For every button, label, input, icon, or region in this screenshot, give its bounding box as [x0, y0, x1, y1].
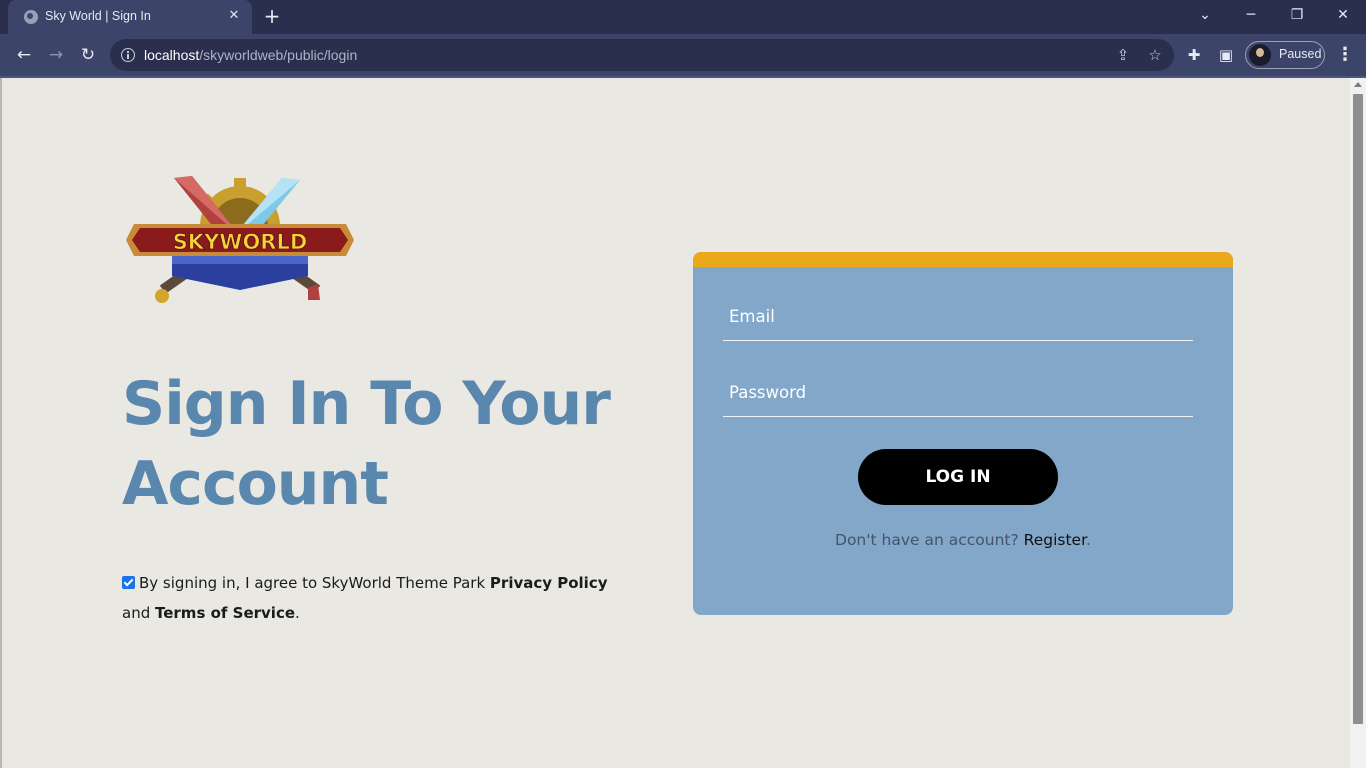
- page-content: SKYWORLD Sign In To Your Account By sign…: [0, 78, 1350, 768]
- new-tab-button[interactable]: +: [262, 6, 282, 26]
- register-link[interactable]: Register: [1024, 531, 1086, 549]
- terms-suffix: .: [295, 604, 300, 622]
- logo-text: SKYWORLD: [173, 230, 308, 254]
- tab-title: Sky World | Sign In: [45, 9, 151, 23]
- page-title: Sign In To Your Account: [122, 369, 611, 519]
- restore-icon[interactable]: ❐: [1274, 0, 1320, 32]
- share-icon[interactable]: ⇪: [1114, 46, 1132, 64]
- terms-agreement: By signing in, I agree to SkyWorld Theme…: [122, 568, 622, 628]
- tab-strip: Sky World | Sign In ✕ + ⌄ ─ ❐ ✕: [0, 0, 1366, 34]
- terms-and: and: [122, 604, 155, 622]
- profile-status: Paused: [1279, 47, 1322, 61]
- globe-icon: [24, 10, 38, 24]
- terms-checkbox[interactable]: [122, 576, 135, 589]
- login-button[interactable]: LOG IN: [858, 449, 1058, 505]
- back-icon[interactable]: ←: [12, 43, 36, 67]
- browser-tab[interactable]: Sky World | Sign In ✕: [8, 0, 252, 34]
- browser-toolbar: ← → ↻ localhost/skyworldweb/public/login…: [0, 34, 1366, 76]
- menu-icon[interactable]: ⋮: [1336, 45, 1354, 65]
- card-accent-bar: [693, 252, 1233, 267]
- password-placeholder: Password: [729, 383, 807, 402]
- close-window-icon[interactable]: ✕: [1320, 0, 1366, 32]
- password-field[interactable]: Password: [723, 373, 1193, 417]
- scroll-thumb[interactable]: [1353, 94, 1363, 724]
- minimize-icon[interactable]: ─: [1228, 0, 1274, 32]
- terms-of-service-link[interactable]: Terms of Service: [155, 604, 295, 622]
- register-suffix: .: [1086, 531, 1091, 549]
- side-panel-icon[interactable]: ▣: [1216, 45, 1236, 65]
- login-card: Email Password LOG IN Don't have an acco…: [693, 252, 1233, 615]
- tab-search-icon[interactable]: ⌄: [1182, 0, 1228, 32]
- register-prompt: Don't have an account? Register.: [693, 531, 1233, 549]
- star-icon[interactable]: ☆: [1146, 46, 1164, 64]
- reload-icon[interactable]: ↻: [76, 43, 100, 67]
- forward-icon[interactable]: →: [44, 43, 68, 67]
- register-prompt-text: Don't have an account?: [835, 531, 1024, 549]
- profile-button[interactable]: Paused: [1245, 41, 1325, 69]
- skyworld-logo: SKYWORLD: [126, 176, 354, 303]
- url-text[interactable]: localhost/skyworldweb/public/login: [144, 47, 357, 63]
- email-placeholder: Email: [729, 307, 775, 326]
- page-scrollbar[interactable]: [1350, 78, 1366, 768]
- terms-prefix: By signing in, I agree to SkyWorld Theme…: [139, 574, 490, 592]
- scroll-up-arrow-icon[interactable]: [1354, 82, 1362, 87]
- privacy-policy-link[interactable]: Privacy Policy: [490, 574, 608, 592]
- email-field[interactable]: Email: [723, 297, 1193, 341]
- close-tab-icon[interactable]: ✕: [226, 8, 242, 24]
- site-info-icon[interactable]: [121, 48, 135, 62]
- extensions-icon[interactable]: ✚: [1184, 45, 1204, 65]
- avatar: [1249, 44, 1271, 66]
- address-bar[interactable]: localhost/skyworldweb/public/login ⇪ ☆: [110, 39, 1174, 71]
